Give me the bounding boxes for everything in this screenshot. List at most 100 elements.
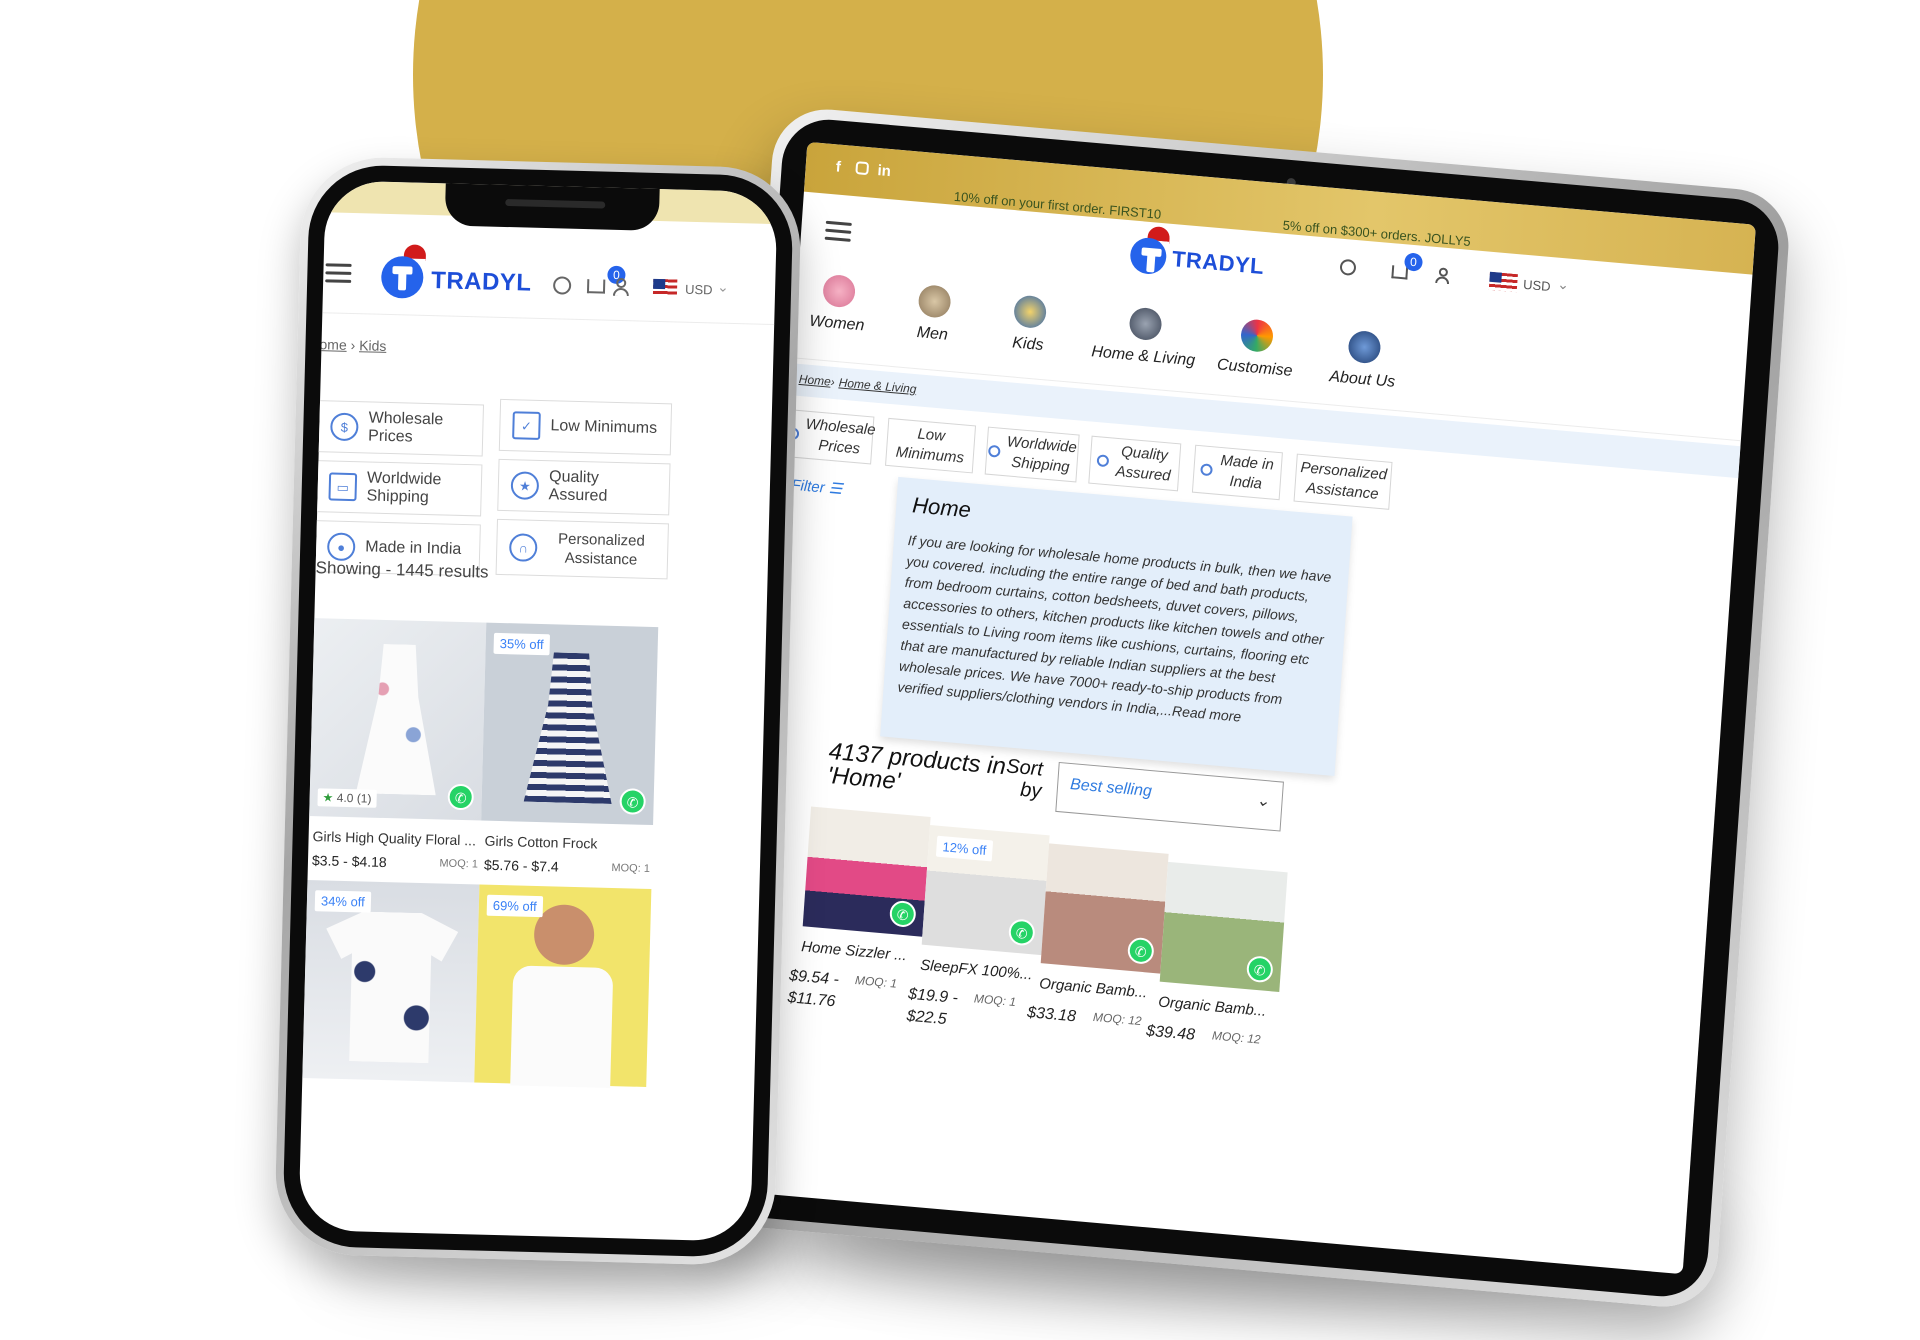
feature-made-in-india: Made in India: [1191, 444, 1283, 501]
feature-label: Worldwide Shipping: [366, 469, 442, 507]
whatsapp-icon[interactable]: ✆: [1245, 955, 1274, 984]
feature-worldwide-shipping: ▭ Worldwide Shipping: [315, 460, 483, 517]
product-card[interactable]: ✆ Organic Bamb... $39.48 MOQ: 12: [1146, 861, 1288, 1072]
product-name[interactable]: SleepFX 100%...: [920, 957, 1033, 984]
product-image[interactable]: ✆: [802, 806, 931, 937]
nav-men[interactable]: Men: [892, 282, 976, 347]
nav-label: Kids: [1011, 334, 1044, 355]
category-description-text: If you are looking for wholesale home pr…: [897, 532, 1332, 725]
model-dress-illustration: [510, 965, 614, 1089]
breadcrumb-current[interactable]: Home & Living: [838, 375, 917, 396]
menu-icon[interactable]: [824, 216, 852, 247]
nav-kids[interactable]: Kids: [987, 292, 1071, 357]
feature-worldwide-shipping: Worldwide Shipping: [984, 426, 1080, 483]
chevron-down-icon[interactable]: ⌄: [1557, 276, 1570, 294]
product-price: $39.48: [1145, 1021, 1196, 1047]
product-image[interactable]: ★ 4.0 (1) ✆: [309, 618, 487, 821]
product-image[interactable]: ✆: [1159, 861, 1288, 993]
breadcrumb-home[interactable]: Home: [798, 372, 831, 389]
sort-label-line: by: [1019, 778, 1043, 803]
nav-customise[interactable]: Customise: [1204, 315, 1308, 382]
product-price: $3.5 - $4.18: [311, 852, 387, 871]
user-icon[interactable]: [612, 277, 630, 297]
breadcrumb-home[interactable]: ome: [319, 336, 347, 353]
sort-label-line: Sort: [1005, 755, 1044, 781]
product-card[interactable]: 69% off: [473, 884, 652, 1141]
linkedin-icon[interactable]: in: [877, 162, 891, 180]
rating-count: (1): [356, 791, 372, 806]
customise-category-icon: [1239, 318, 1275, 354]
women-category-icon: [822, 273, 857, 309]
product-moq: MOQ: 1: [611, 861, 651, 875]
discount-badge: 34% off: [314, 890, 372, 913]
category-description: Home If you are looking for wholesale ho…: [880, 476, 1353, 777]
filter-icon: ☰: [828, 479, 843, 499]
feature-label: Low Minimums: [550, 417, 658, 438]
checklist-icon: ✓: [512, 411, 541, 440]
product-card[interactable]: 35% off ✆ Girls Cotton Frock $5.76 - $7.…: [480, 622, 659, 879]
product-card[interactable]: 34% off: [301, 880, 480, 1136]
whatsapp-icon[interactable]: ✆: [1126, 936, 1155, 965]
home-living-category-icon: [1128, 306, 1163, 342]
product-name[interactable]: Girls Cotton Frock: [484, 833, 597, 852]
floral-dress-illustration: [356, 643, 440, 795]
product-image[interactable]: 34% off: [302, 880, 480, 1083]
instagram-icon[interactable]: [855, 161, 870, 176]
currency-selector[interactable]: USD: [685, 282, 713, 298]
us-flag-icon[interactable]: [1488, 271, 1518, 293]
nav-about-us[interactable]: About Us: [1312, 327, 1416, 394]
product-image[interactable]: 69% off: [474, 884, 652, 1089]
feature-label: Personalized Assistance: [1299, 458, 1388, 503]
whatsapp-icon[interactable]: ✆: [1007, 918, 1036, 947]
cart-icon[interactable]: [586, 279, 606, 294]
nav-women[interactable]: Women: [796, 272, 880, 337]
filter-button[interactable]: Filter ☰: [791, 476, 843, 498]
product-price: $33.18: [1026, 1002, 1077, 1028]
product-moq: MOQ: 12: [1092, 1009, 1143, 1029]
product-name[interactable]: Organic Bamb...: [1158, 994, 1267, 1020]
truck-icon: [987, 444, 1001, 458]
breadcrumb-current[interactable]: Kids: [359, 337, 387, 354]
feature-low-minimums: ✓ Low Minimums: [498, 398, 673, 456]
headset-icon: ∩: [508, 533, 538, 562]
whatsapp-icon[interactable]: ✆: [888, 899, 917, 929]
product-name[interactable]: Organic Bamb...: [1039, 975, 1148, 1001]
product-image[interactable]: 35% off ✆: [481, 622, 659, 826]
whatsapp-icon[interactable]: ✆: [619, 788, 646, 815]
search-icon[interactable]: [552, 276, 572, 295]
product-name[interactable]: Home Sizzler ...: [801, 938, 908, 964]
results-count: 4137 products in 'Home': [826, 738, 1006, 803]
nav-home-living[interactable]: Home & Living: [1083, 303, 1207, 371]
product-moq: MOQ: 1: [854, 973, 898, 991]
men-category-icon: [917, 284, 952, 319]
product-image[interactable]: 12% off ✆: [921, 824, 1050, 956]
product-moq: MOQ: 1: [973, 991, 1017, 1010]
feature-low-minimums: Low Minimums: [885, 417, 977, 474]
product-price: $19.9 - $22.5: [906, 984, 959, 1032]
facebook-icon[interactable]: f: [835, 158, 841, 175]
price-line: $11.76: [787, 989, 836, 1011]
product-card[interactable]: ★ 4.0 (1) ✆ Girls High Quality Floral ..…: [308, 618, 487, 874]
results-count: Showing - 1445 results: [315, 558, 489, 582]
india-seal-icon: ●: [326, 532, 356, 562]
menu-icon[interactable]: [325, 258, 352, 288]
product-image[interactable]: ✆: [1040, 843, 1169, 974]
us-flag-icon[interactable]: [652, 278, 678, 296]
product-name[interactable]: Girls High Quality Floral ...: [312, 828, 476, 848]
sort-dropdown[interactable]: Best selling ⌄: [1055, 761, 1284, 832]
currency-selector[interactable]: USD: [1523, 277, 1551, 294]
dollar-icon: $: [330, 412, 359, 442]
whatsapp-icon[interactable]: ✆: [447, 783, 475, 811]
feature-personalized-assistance: ∩ Personalized Assistance: [495, 518, 669, 580]
logo-text: TRADYL: [1171, 246, 1265, 280]
search-icon[interactable]: [1339, 258, 1357, 277]
star-icon: ★: [322, 790, 334, 805]
nav-label: About Us: [1328, 368, 1396, 391]
feature-label: Wholesale Prices: [367, 409, 444, 446]
logo-mark-icon: [380, 255, 424, 299]
feature-label: Personalized Assistance: [557, 530, 646, 569]
tshirt-illustration: [323, 911, 459, 1064]
chevron-down-icon[interactable]: ⌄: [717, 279, 729, 296]
user-icon[interactable]: [1435, 267, 1450, 285]
nav-label: Women: [808, 312, 865, 335]
